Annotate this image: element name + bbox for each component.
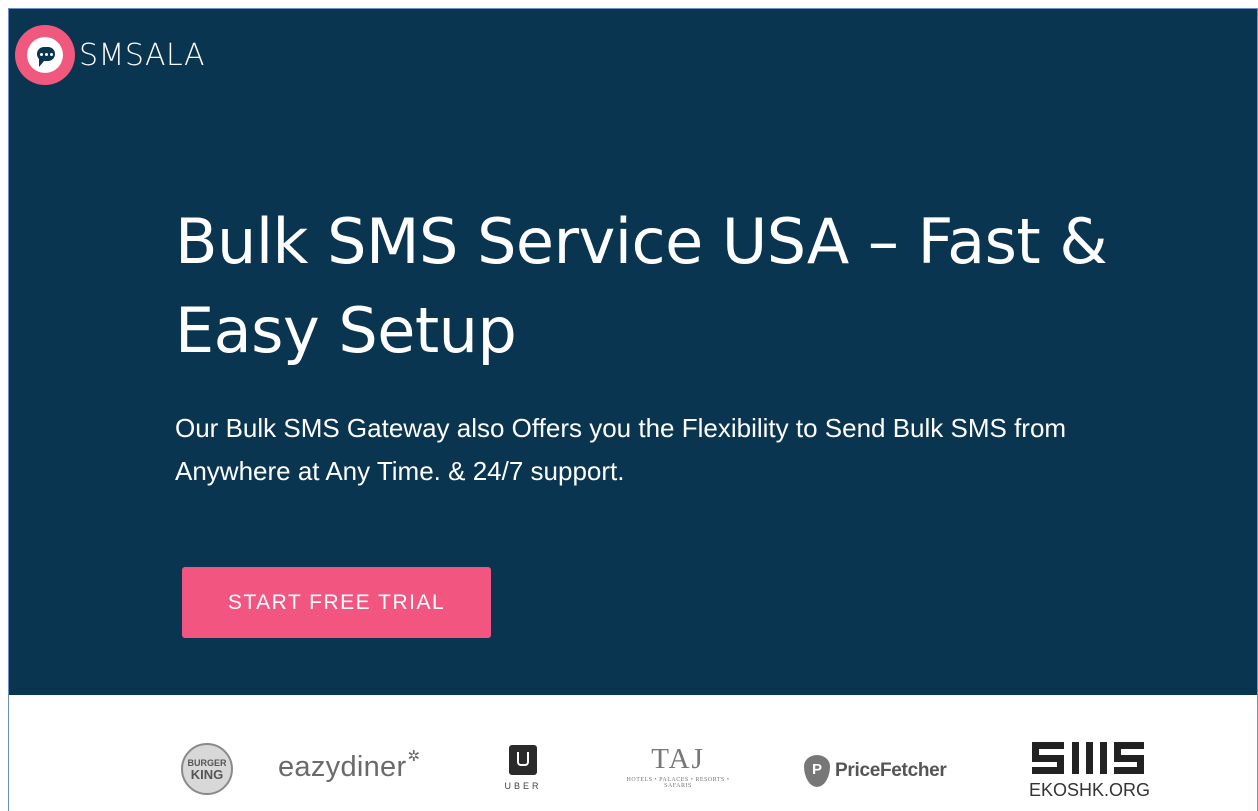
uber-logo: UBER [497, 745, 549, 791]
start-free-trial-button[interactable]: START FREE TRIAL [182, 567, 491, 638]
eazydiner-logo: eazydiner✲ [278, 748, 421, 784]
brand-logo-link[interactable]: SMSALA [15, 25, 205, 85]
browser-viewport: SMSALA Bulk SMS Service USA – Fast & Eas… [8, 8, 1258, 811]
hero-section: SMSALA Bulk SMS Service USA – Fast & Eas… [9, 9, 1257, 695]
uber-name: UBER [504, 781, 542, 791]
burger-king-logo: BURGER KING [181, 743, 233, 795]
asterisk-icon: ✲ [407, 748, 421, 765]
hero-subtitle: Our Bulk SMS Gateway also Offers you the… [175, 413, 1067, 486]
hero-headline: Bulk SMS Service USA – Fast & Easy Setup [175, 205, 1108, 367]
taj-logo: TAJ HOTELS • PALACES • RESORTS • SAFARIS [615, 743, 741, 789]
eazydiner-name: eazydiner [278, 751, 407, 783]
taj-tagline: HOTELS • PALACES • RESORTS • SAFARIS [626, 777, 730, 789]
burger-king-line2: KING [190, 767, 224, 782]
pricefetcher-logo: PriceFetcher [804, 755, 947, 787]
taj-name: TAJ [651, 743, 705, 775]
ekoshk-logo: EKOSHK.ORG [1029, 742, 1151, 801]
uber-mark-icon [509, 745, 537, 775]
ekoshk-name: EKOSHK.ORG [1029, 780, 1151, 800]
pricefetcher-name: PriceFetcher [835, 760, 947, 781]
ekoshk-mark-icon [1030, 742, 1146, 774]
pricefetcher-shield-icon [804, 755, 830, 787]
chat-bubble-icon [15, 25, 75, 85]
brand-name: SMSALA [79, 37, 205, 73]
client-logos-strip: BURGER KING eazydiner✲ UBER TAJ HOTELS •… [9, 695, 1257, 811]
